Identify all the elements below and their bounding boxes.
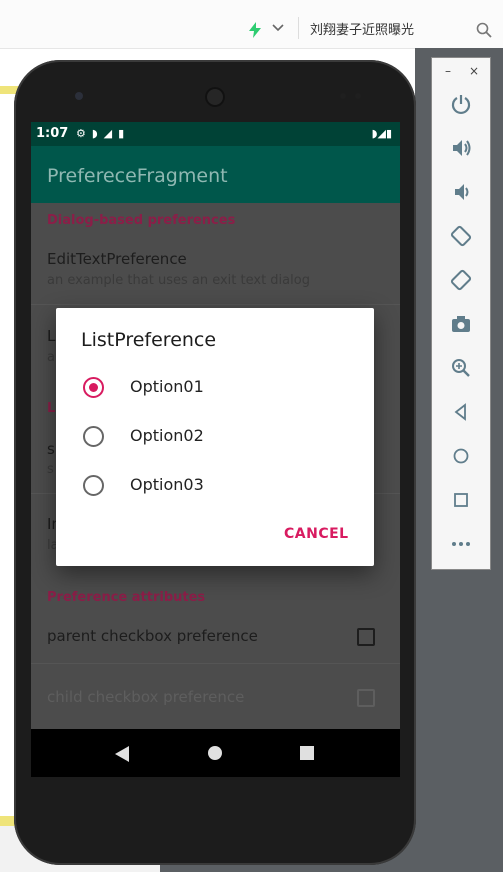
pref-title: EditTextPreference: [47, 250, 187, 268]
category-attributes: Preference attributes: [47, 590, 206, 605]
checkbox[interactable]: [357, 628, 375, 646]
front-camera: [75, 92, 83, 100]
option-row[interactable]: Option01: [56, 364, 374, 410]
nav-home-icon[interactable]: [208, 746, 222, 760]
signal-icon: ◢: [377, 127, 386, 140]
list-preference-dialog: ListPreference Option01 Option02 Option0…: [56, 308, 374, 566]
power-icon: [451, 95, 471, 115]
zoom-button[interactable]: [449, 356, 473, 380]
nav-back-icon[interactable]: [115, 746, 131, 762]
signal-icon: ◢: [103, 127, 119, 140]
cancel-button[interactable]: CANCEL: [284, 526, 349, 542]
checkbox: [357, 689, 375, 707]
app-bar: PreferecеFragment: [31, 146, 400, 203]
close-button[interactable]: ×: [469, 64, 479, 78]
dialog-title: ListPreference: [81, 329, 217, 351]
browser-toolbar: 刘翔妻子近照曝光: [0, 0, 503, 49]
category-launch: L: [47, 401, 56, 416]
speaker-grille: [205, 87, 225, 107]
volume-up-button[interactable]: [449, 136, 473, 160]
overview-button[interactable]: [449, 488, 473, 512]
divider: [31, 304, 400, 305]
option-label: Option02: [130, 426, 204, 445]
radio-button[interactable]: [83, 377, 104, 398]
pref-title: child checkbox preference: [47, 688, 245, 706]
category-dialog-based: Dialog-based preferences: [47, 213, 236, 228]
pref-summary: an example that uses an exit text dialog: [47, 273, 310, 288]
option-label: Option01: [130, 377, 204, 396]
status-bar: 1:07 ⚙◗◢▮ ◗◢▮: [31, 122, 400, 146]
emulator-control-panel: – ×: [431, 57, 491, 570]
screenshot-button[interactable]: [449, 312, 473, 336]
volume-down-button[interactable]: [449, 180, 473, 204]
pref-title: s: [47, 440, 55, 458]
back-icon: [454, 403, 466, 421]
home-button[interactable]: [449, 444, 473, 468]
power-button[interactable]: [449, 92, 473, 116]
overview-icon: [454, 493, 468, 507]
lightning-icon[interactable]: [248, 22, 262, 38]
nav-bar: [31, 729, 400, 777]
rotate-left-button[interactable]: [449, 224, 473, 248]
radio-button[interactable]: [83, 426, 104, 447]
sensor: [355, 93, 361, 99]
settings-icon: ⚙: [76, 127, 92, 140]
more-icon: [452, 542, 470, 546]
app-title: PreferecеFragment: [47, 165, 228, 187]
search-suggestion-text[interactable]: 刘翔妻子近照曝光: [310, 19, 414, 38]
back-button[interactable]: [449, 400, 473, 424]
status-icons: ⚙◗◢▮: [76, 127, 130, 140]
nav-recents-icon[interactable]: [300, 746, 314, 760]
volume-down-icon: [455, 184, 469, 200]
camera-icon: [452, 316, 470, 332]
zoom-icon: [452, 359, 470, 377]
search-icon[interactable]: [476, 22, 492, 38]
option-row[interactable]: Option03: [56, 462, 374, 508]
option-row[interactable]: Option02: [56, 413, 374, 459]
minimize-button[interactable]: –: [445, 64, 451, 78]
wifi-icon: ◗: [91, 127, 104, 140]
status-right-icons: ◗◢▮: [372, 127, 392, 140]
pref-summary: s: [47, 462, 54, 477]
divider: [31, 663, 400, 664]
status-time: 1:07: [36, 126, 69, 141]
sd-card-icon: ▮: [118, 127, 131, 140]
more-button[interactable]: [449, 532, 473, 556]
divider: [298, 17, 299, 39]
option-label: Option03: [130, 475, 204, 494]
volume-up-icon: [453, 140, 471, 156]
pref-title: L: [47, 327, 56, 345]
battery-icon: ▮: [385, 127, 392, 140]
rotate-right-icon: [450, 269, 472, 291]
radio-button[interactable]: [83, 475, 104, 496]
rotate-left-icon: [450, 225, 472, 247]
pref-title: parent checkbox preference: [47, 627, 258, 645]
chevron-down-icon[interactable]: [271, 23, 285, 33]
rotate-right-button[interactable]: [449, 268, 473, 292]
pref-summary: a: [47, 350, 55, 365]
home-icon: [453, 448, 469, 464]
sensor: [340, 93, 346, 99]
